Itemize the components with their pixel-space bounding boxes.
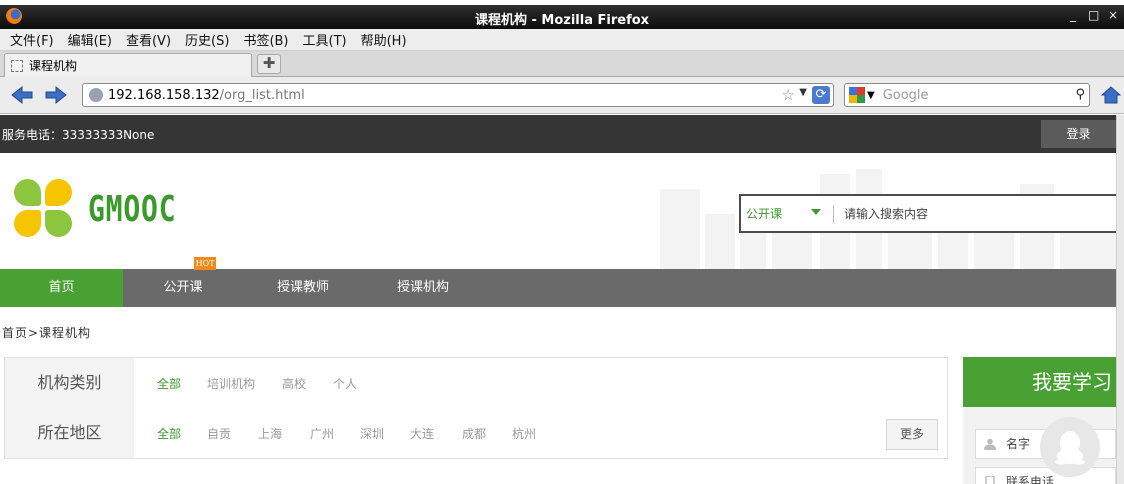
tab-title: 课程机构 <box>29 59 78 73</box>
top-info-bar: 服务电话：33333333None 登录 <box>0 115 1116 153</box>
filter-region-option[interactable]: 成都 <box>462 425 486 442</box>
phone-field[interactable]: 联系电话 <box>975 467 1116 484</box>
navigation-toolbar: 192.168.158.132/org_list.html ☆ ▼ ⟳ ▼ Go… <box>0 77 1124 114</box>
site-brand-name[interactable]: GMOOC <box>88 189 176 230</box>
web-search-box[interactable]: ▼ Google ⚲ <box>844 83 1090 107</box>
firefox-window: 课程机构 - Mozilla Firefox _ □ × 文件(F) 编辑(E)… <box>0 0 1124 484</box>
search-type-label: 公开课 <box>746 207 783 221</box>
filter-panel: 机构类别 全部 培训机构 高校 个人 所在地区 全部 自贡 上海 广州 深圳 大… <box>4 357 948 459</box>
filter-region-label: 所在地区 <box>5 408 134 458</box>
filter-category-option[interactable]: 全部 <box>157 375 181 392</box>
google-engine-icon[interactable] <box>849 87 865 103</box>
window-controls: _ □ × <box>1068 8 1118 22</box>
filter-row-region: 所在地区 全部 自贡 上海 广州 深圳 大连 成都 杭州 更多 <box>5 408 947 458</box>
menu-view[interactable]: 查看(V) <box>126 30 171 49</box>
caret-down-icon <box>811 209 821 215</box>
login-button[interactable]: 登录 <box>1041 120 1116 148</box>
close-button[interactable]: × <box>1108 8 1118 22</box>
window-title: 课程机构 - Mozilla Firefox <box>474 13 650 28</box>
search-engine-dropdown-icon[interactable]: ▼ <box>867 90 875 101</box>
site-identity-icon[interactable] <box>89 88 103 102</box>
hot-badge: HOT <box>194 257 216 270</box>
filter-row-category: 机构类别 全部 培训机构 高校 个人 <box>5 358 947 408</box>
bookmark-star-icon[interactable]: ☆ <box>782 86 795 104</box>
nav-home[interactable]: 首页 <box>0 269 123 307</box>
filter-category-label: 机构类别 <box>5 358 134 408</box>
search-type-select[interactable]: 公开课 <box>741 205 833 222</box>
page-favicon-icon <box>11 59 23 72</box>
menu-file[interactable]: 文件(F) <box>10 30 54 49</box>
filter-region-option[interactable]: 上海 <box>258 425 282 442</box>
menu-bar: 文件(F) 编辑(E) 查看(V) 历史(S) 书签(B) 工具(T) 帮助(H… <box>0 29 1124 51</box>
filter-region-option[interactable]: 自贡 <box>207 425 231 442</box>
menu-tools[interactable]: 工具(T) <box>303 30 347 49</box>
search-input[interactable] <box>844 206 1116 221</box>
url-path: /org_list.html <box>219 87 305 103</box>
menu-history[interactable]: 历史(S) <box>185 30 229 49</box>
filter-region-option[interactable]: 大连 <box>410 425 434 442</box>
user-icon <box>984 438 996 450</box>
breadcrumb: 首页>课程机构 <box>2 326 92 340</box>
nav-teachers[interactable]: 授课教师 <box>243 269 363 307</box>
phone-icon <box>985 476 995 484</box>
search-divider <box>833 204 834 223</box>
phone-field-label: 联系电话 <box>1006 475 1055 484</box>
site-logo-icon[interactable] <box>14 179 72 237</box>
enroll-panel-title: 我要学习 <box>963 357 1116 407</box>
qq-chat-button[interactable] <box>1040 417 1100 477</box>
tab-bar: 课程机构 ✚ <box>0 51 1124 77</box>
tab-course-org[interactable]: 课程机构 <box>4 53 252 77</box>
more-regions-button[interactable]: 更多 <box>886 419 938 450</box>
new-tab-button[interactable]: ✚ <box>257 54 281 74</box>
filter-category-option[interactable]: 高校 <box>282 375 306 392</box>
binoculars-icon[interactable]: ⚲ <box>1075 87 1085 102</box>
filter-region-option[interactable]: 全部 <box>157 425 181 442</box>
forward-arrow-icon[interactable] <box>44 85 68 105</box>
main-nav: 首页 公开课 授课教师 授课机构 <box>0 269 1116 307</box>
nav-organizations[interactable]: 授课机构 <box>363 269 483 307</box>
home-icon[interactable] <box>1100 85 1122 105</box>
menu-bookmarks[interactable]: 书签(B) <box>243 30 288 49</box>
service-phone: 服务电话：33333333None <box>2 128 155 142</box>
web-page: 服务电话：33333333None 登录 GMOOC 公开课 请输入搜索内容 首… <box>0 115 1116 484</box>
reload-icon[interactable]: ⟳ <box>812 86 830 104</box>
filter-category-option[interactable]: 培训机构 <box>207 375 255 392</box>
filter-region-option[interactable]: 广州 <box>310 425 334 442</box>
address-bar[interactable]: 192.168.158.132/org_list.html ☆ ▼ ⟳ <box>82 83 834 107</box>
filter-region-option[interactable]: 杭州 <box>512 425 536 442</box>
url-dropdown-icon[interactable]: ▼ <box>799 87 807 98</box>
back-arrow-icon[interactable] <box>10 85 34 105</box>
maximize-button[interactable]: □ <box>1088 8 1099 22</box>
title-bar: 课程机构 - Mozilla Firefox _ □ × <box>0 5 1124 29</box>
nav-open-courses[interactable]: 公开课 <box>123 269 243 307</box>
url-host: 192.168.158.132 <box>108 87 220 103</box>
filter-category-option[interactable]: 个人 <box>333 375 357 392</box>
page-scrollbar[interactable] <box>1116 115 1124 484</box>
site-search: 公开课 <box>739 194 1116 233</box>
name-field-label: 名字 <box>1006 437 1031 451</box>
minimize-button[interactable]: _ <box>1068 8 1078 22</box>
site-header: GMOOC 公开课 <box>0 153 1116 269</box>
menu-edit[interactable]: 编辑(E) <box>68 30 112 49</box>
filter-region-option[interactable]: 深圳 <box>360 425 384 442</box>
qq-penguin-icon <box>1055 431 1085 465</box>
menu-help[interactable]: 帮助(H) <box>361 30 407 49</box>
search-placeholder: Google <box>882 87 929 103</box>
